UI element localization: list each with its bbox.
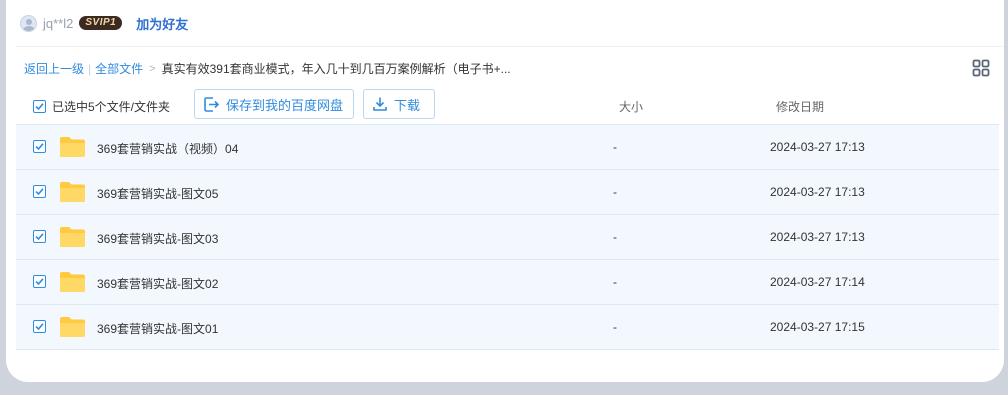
column-header-size[interactable]: 大小 <box>619 98 643 115</box>
folder-icon <box>60 182 85 202</box>
file-date: 2024-03-27 17:15 <box>770 320 865 334</box>
share-panel: jq**l2 SVIP1 加为好友 返回上一级 | 全部文件 > 真实有效391… <box>6 0 1004 382</box>
breadcrumb: 返回上一级 | 全部文件 > 真实有效391套商业模式，年入几十到几百万案例解析… <box>24 60 511 77</box>
download-button[interactable]: 下载 <box>363 89 435 119</box>
file-size: - <box>613 230 617 244</box>
save-to-cloud-button[interactable]: 保存到我的百度网盘 <box>194 89 354 119</box>
row-checkbox[interactable] <box>33 185 46 198</box>
row-checkbox[interactable] <box>33 275 46 288</box>
file-row[interactable]: 369套营销实战-图文01 - 2024-03-27 17:15 <box>16 304 999 350</box>
all-files-link[interactable]: 全部文件 <box>95 60 143 77</box>
add-friend-link[interactable]: 加为好友 <box>136 14 188 33</box>
file-size: - <box>613 140 617 154</box>
grid-view-icon[interactable] <box>972 59 990 77</box>
checkmark-icon <box>35 143 44 151</box>
column-header-date[interactable]: 修改日期 <box>776 98 824 115</box>
username[interactable]: jq**l2 <box>43 16 73 31</box>
breadcrumb-arrow: > <box>149 62 156 75</box>
save-button-label: 保存到我的百度网盘 <box>226 97 344 113</box>
breadcrumb-separator: | <box>88 61 92 76</box>
avatar-icon[interactable] <box>20 14 37 32</box>
file-name[interactable]: 369套营销实战-图文03 <box>97 230 218 247</box>
file-row[interactable]: 369套营销实战-图文03 - 2024-03-27 17:13 <box>16 214 999 259</box>
file-row[interactable]: 369套营销实战-图文05 - 2024-03-27 17:13 <box>16 169 999 214</box>
header-divider <box>16 46 1004 47</box>
file-size: - <box>613 275 617 289</box>
folder-icon <box>60 227 85 247</box>
file-name[interactable]: 369套营销实战-图文02 <box>97 275 218 292</box>
file-name[interactable]: 369套营销实战-图文05 <box>97 185 218 202</box>
download-button-label: 下载 <box>394 97 421 113</box>
row-checkbox[interactable] <box>33 320 46 333</box>
save-to-cloud-icon <box>204 96 220 112</box>
file-date: 2024-03-27 17:13 <box>770 140 865 154</box>
checkmark-icon <box>35 278 44 286</box>
row-checkbox[interactable] <box>33 140 46 153</box>
file-date: 2024-03-27 17:13 <box>770 185 865 199</box>
file-size: - <box>613 185 617 199</box>
toolbar: 已选中5个文件/文件夹 保存到我的百度网盘 下载 大小 修改日期 <box>24 89 1004 121</box>
file-row[interactable]: 369套营销实战-图文02 - 2024-03-27 17:14 <box>16 259 999 304</box>
file-date: 2024-03-27 17:14 <box>770 275 865 289</box>
current-folder-title: 真实有效391套商业模式，年入几十到几百万案例解析（电子书+... <box>161 62 511 76</box>
svip-badge: SVIP1 <box>79 16 123 30</box>
selected-count-text: 已选中5个文件/文件夹 <box>52 100 171 114</box>
row-checkbox[interactable] <box>33 230 46 243</box>
file-name[interactable]: 369套营销实战-图文01 <box>97 320 218 337</box>
select-all-checkbox[interactable] <box>33 100 46 113</box>
file-list: 369套营销实战（视频）04 - 2024-03-27 17:13 369套营销… <box>16 124 999 350</box>
user-row: jq**l2 SVIP1 加为好友 <box>20 12 188 34</box>
file-row[interactable]: 369套营销实战（视频）04 - 2024-03-27 17:13 <box>16 124 999 169</box>
back-link[interactable]: 返回上一级 <box>24 60 84 77</box>
file-name[interactable]: 369套营销实战（视频）04 <box>97 140 238 157</box>
checkmark-icon <box>35 103 44 111</box>
folder-icon <box>60 272 85 292</box>
checkmark-icon <box>35 188 44 196</box>
checkmark-icon <box>35 323 44 331</box>
file-size: - <box>613 320 617 334</box>
folder-icon <box>60 317 85 337</box>
file-date: 2024-03-27 17:13 <box>770 230 865 244</box>
download-icon <box>373 97 387 111</box>
checkmark-icon <box>35 233 44 241</box>
folder-icon <box>60 137 85 157</box>
